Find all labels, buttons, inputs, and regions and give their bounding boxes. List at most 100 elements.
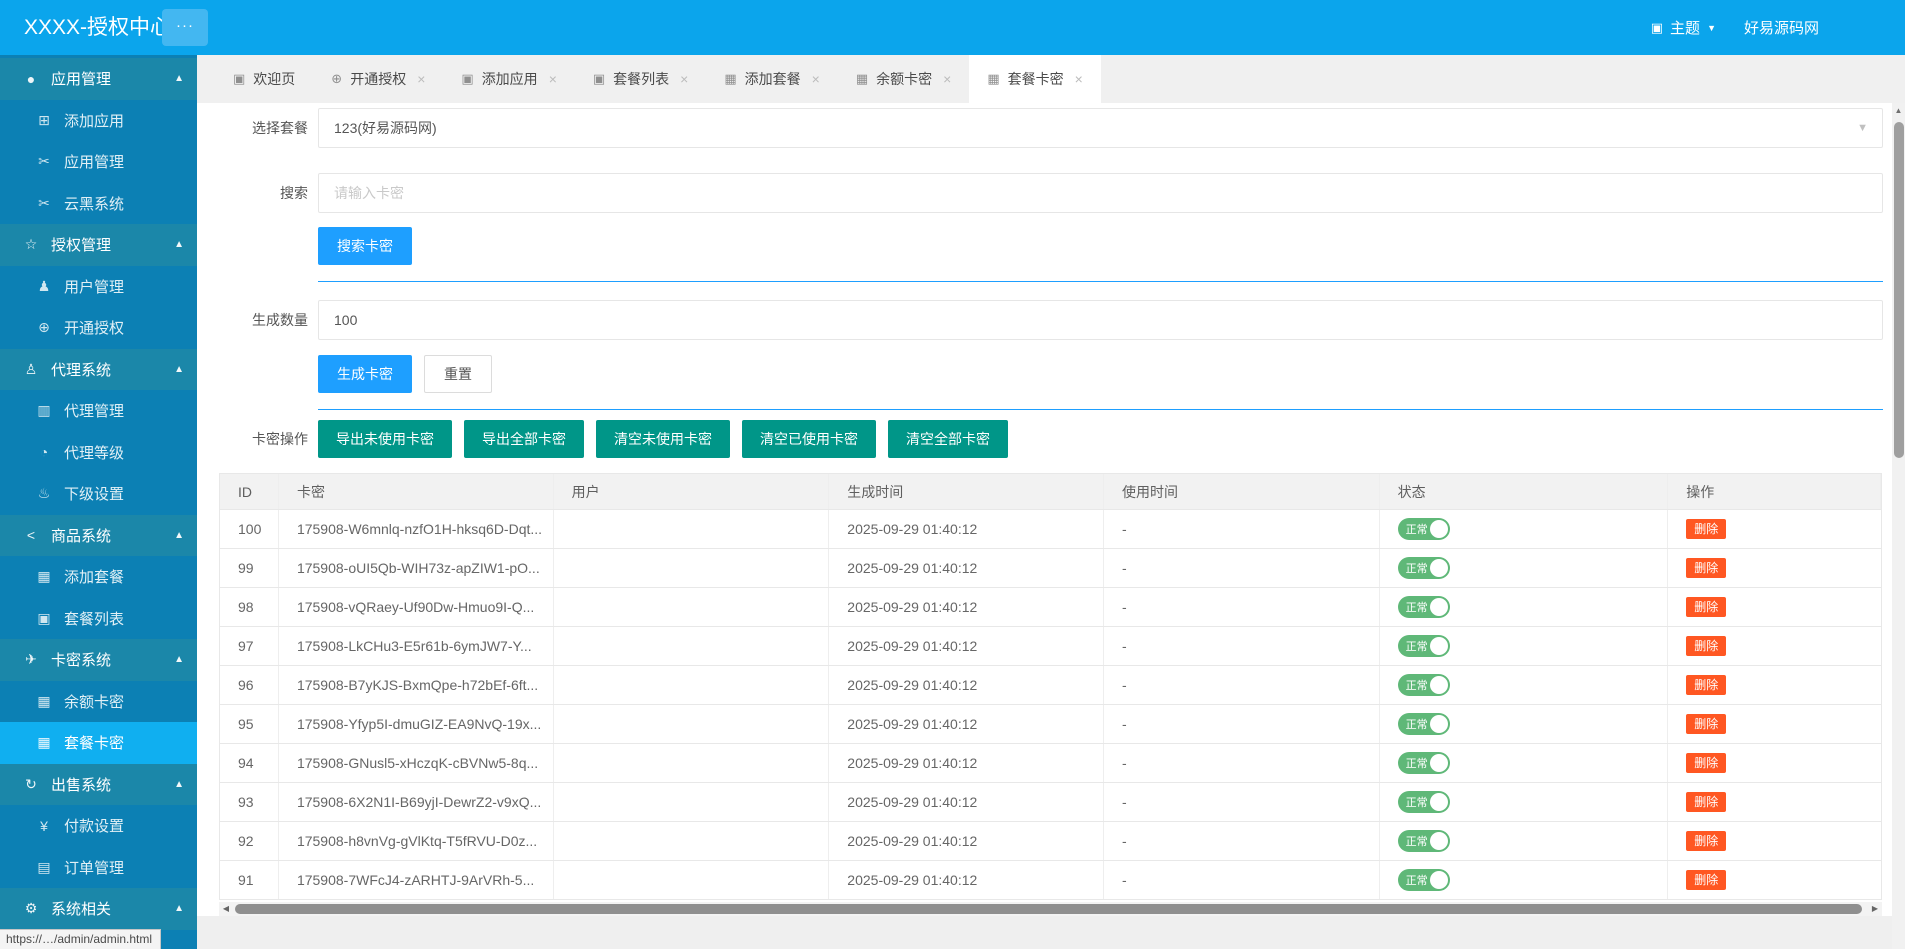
cell-user (554, 822, 830, 860)
sidebar-item[interactable]: ♟ 用户管理 (0, 266, 197, 308)
delete-button[interactable]: 删除 (1686, 870, 1726, 890)
theme-menu[interactable]: ▣ 主题 ▼ (1651, 17, 1716, 38)
toggle-knob (1430, 559, 1448, 577)
card-op-button[interactable]: 清空未使用卡密 (596, 420, 730, 458)
reset-button[interactable]: 重置 (424, 355, 492, 393)
cell-id: 95 (220, 705, 279, 743)
sidebar-item-label: 系统相关 (51, 898, 111, 919)
status-toggle[interactable]: 正常 (1398, 557, 1450, 579)
sidebar-item[interactable]: ▣ 套餐列表 (0, 598, 197, 640)
close-icon[interactable]: × (812, 71, 820, 87)
tab[interactable]: ▦ 套餐卡密 × (969, 55, 1100, 103)
delete-button[interactable]: 删除 (1686, 792, 1726, 812)
tools-icon: ✂ (35, 195, 53, 212)
status-toggle[interactable]: 正常 (1398, 596, 1450, 618)
status-toggle[interactable]: 正常 (1398, 791, 1450, 813)
delete-button[interactable]: 删除 (1686, 597, 1726, 617)
sidebar-item[interactable]: ▥ 代理管理 (0, 390, 197, 432)
table-row: 98 175908-vQRaey-Uf90Dw-Hmuo9I-Q... 2025… (220, 587, 1881, 626)
tab-label: 套餐列表 (613, 69, 669, 89)
delete-button[interactable]: 删除 (1686, 519, 1726, 539)
app-window-icon: ⊞ (35, 112, 53, 129)
app-title: XXXX-授权中心 (24, 0, 171, 55)
delete-button[interactable]: 删除 (1686, 831, 1726, 851)
doc-icon: ▤ (35, 859, 53, 876)
sidebar-item[interactable]: ✂ 应用管理 (0, 141, 197, 183)
horizontal-scrollbar-thumb[interactable] (235, 904, 1862, 914)
tab[interactable]: ▣ 套餐列表 × (575, 55, 706, 103)
sidebar-item[interactable]: ✂ 云黑系统 (0, 183, 197, 225)
toggle-knob (1430, 793, 1448, 811)
close-icon[interactable]: × (680, 71, 688, 87)
sidebar-item[interactable]: ⚙ 系统相关 ▲ (0, 888, 197, 930)
sidebar-item[interactable]: ↻ 出售系统 ▲ (0, 764, 197, 806)
sidebar-item[interactable]: ☆ 授权管理 ▲ (0, 224, 197, 266)
close-icon[interactable]: × (417, 71, 425, 87)
generate-count-input[interactable] (334, 312, 1867, 328)
sidebar-item[interactable]: < 商品系统 ▲ (0, 515, 197, 557)
status-toggle[interactable]: 正常 (1398, 674, 1450, 696)
close-icon[interactable]: × (549, 71, 557, 87)
close-icon[interactable]: × (1075, 71, 1083, 87)
vertical-scrollbar-thumb[interactable] (1894, 122, 1904, 458)
status-toggle[interactable]: 正常 (1398, 752, 1450, 774)
sidebar-item[interactable]: ✈ 卡密系统 ▲ (0, 639, 197, 681)
status-toggle[interactable]: 正常 (1398, 518, 1450, 540)
more-button[interactable]: ··· (162, 9, 208, 46)
window-icon: ▣ (461, 71, 473, 87)
scroll-left-arrow-icon[interactable]: ◀ (219, 902, 233, 916)
cards-icon: ▦ (35, 693, 53, 710)
cell-created-time: 2025-09-29 01:40:12 (829, 783, 1104, 821)
card-op-button[interactable]: 清空已使用卡密 (742, 420, 876, 458)
package-select[interactable]: 123(好易源码网) ▼ (318, 108, 1883, 148)
site-link[interactable]: 好易源码网 (1744, 17, 1819, 38)
tab[interactable]: ▦ 余额卡密 × (838, 55, 969, 103)
sidebar-item-label: 应用管理 (51, 68, 111, 89)
sidebar-item[interactable]: ● 应用管理 ▲ (0, 58, 197, 100)
card-op-button[interactable]: 导出全部卡密 (464, 420, 584, 458)
tab[interactable]: ▦ 添加套餐 × (706, 55, 837, 103)
close-icon[interactable]: × (943, 71, 951, 87)
scroll-up-arrow-icon[interactable]: ▲ (1892, 103, 1905, 118)
card-op-button[interactable]: 导出未使用卡密 (318, 420, 452, 458)
search-card-button[interactable]: 搜索卡密 (318, 227, 412, 265)
delete-button[interactable]: 删除 (1686, 714, 1726, 734)
tab[interactable]: ▣ 欢迎页 (215, 55, 313, 103)
card-op-button[interactable]: 清空全部卡密 (888, 420, 1008, 458)
sidebar-item-label: 套餐列表 (64, 608, 124, 629)
clock-icon: ◔ (35, 444, 53, 460)
sidebar-item[interactable]: ♙ 代理系统 ▲ (0, 349, 197, 391)
tab[interactable]: ⊕ 开通授权 × (313, 55, 443, 103)
sidebar-item[interactable]: ♨ 下级设置 (0, 473, 197, 515)
horizontal-scrollbar: ◀ ▶ (219, 902, 1882, 916)
sidebar-item[interactable]: ▦ 添加套餐 (0, 556, 197, 598)
toggle-knob (1430, 598, 1448, 616)
status-toggle[interactable]: 正常 (1398, 635, 1450, 657)
sidebar-item[interactable]: ▦ 余额卡密 (0, 681, 197, 723)
tab[interactable]: ▣ 添加应用 × (443, 55, 574, 103)
collapse-up-icon: ▲ (174, 903, 184, 914)
table-row: 99 175908-oUI5Qb-WIH73z-apZIW1-pO... 202… (220, 548, 1881, 587)
delete-button[interactable]: 删除 (1686, 558, 1726, 578)
sidebar-item[interactable]: ◔ 代理等级 (0, 432, 197, 474)
generate-card-button[interactable]: 生成卡密 (318, 355, 412, 393)
status-toggle-label: 正常 (1406, 794, 1428, 810)
status-toggle-label: 正常 (1406, 872, 1428, 888)
delete-button[interactable]: 删除 (1686, 675, 1726, 695)
sidebar-item[interactable]: ⊕ 开通授权 (0, 307, 197, 349)
sidebar-item[interactable]: ¥ 付款设置 (0, 805, 197, 847)
status-toggle[interactable]: 正常 (1398, 713, 1450, 735)
cell-user (554, 705, 830, 743)
table-header-cell: 卡密 (279, 474, 554, 509)
status-toggle[interactable]: 正常 (1398, 830, 1450, 852)
delete-button[interactable]: 删除 (1686, 636, 1726, 656)
status-toggle[interactable]: 正常 (1398, 869, 1450, 891)
sidebar-item[interactable]: ▦ 套餐卡密 (0, 722, 197, 764)
scroll-right-arrow-icon[interactable]: ▶ (1868, 902, 1882, 916)
sidebar-item[interactable]: ⊞ 添加应用 (0, 100, 197, 142)
sidebar-item[interactable]: ▤ 订单管理 (0, 847, 197, 889)
delete-button[interactable]: 删除 (1686, 753, 1726, 773)
collapse-up-icon: ▲ (174, 73, 184, 84)
search-input[interactable] (334, 185, 1867, 201)
link-status-tooltip: https://…/admin/admin.html (0, 929, 161, 949)
